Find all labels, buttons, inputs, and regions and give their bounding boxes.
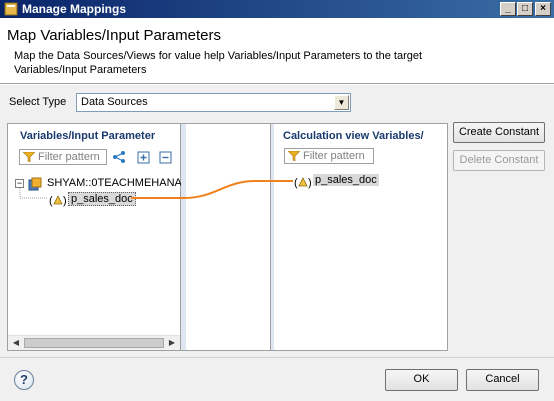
filter-icon: [23, 152, 35, 162]
source-panel-title: Variables/Input Parameter: [20, 130, 156, 142]
delete-constant-button[interactable]: Delete Constant: [453, 150, 545, 171]
svg-text:): ): [63, 195, 67, 207]
footer-divider: [0, 357, 554, 358]
source-filter-placeholder: Filter pattern: [38, 151, 100, 163]
help-icon[interactable]: ?: [14, 370, 34, 390]
svg-text:(: (: [49, 195, 53, 207]
select-type-value: Data Sources: [81, 96, 148, 108]
create-constant-button[interactable]: Create Constant: [453, 122, 545, 143]
filter-icon: [288, 151, 300, 161]
select-type-label: Select Type: [9, 96, 67, 108]
page-title: Map Variables/Input Parameters: [7, 27, 221, 44]
tree-child-label: p_sales_doc: [68, 192, 136, 206]
target-variable-label: p_sales_doc: [313, 174, 379, 186]
scroll-right-icon[interactable]: ▶: [166, 337, 178, 349]
svg-text:): ): [308, 177, 312, 189]
source-filter-input[interactable]: Filter pattern: [19, 149, 107, 165]
auto-map-icon[interactable]: [112, 150, 126, 164]
app-icon: [4, 2, 18, 16]
variable-icon: ( ): [49, 195, 67, 207]
collapse-all-icon[interactable]: [159, 151, 173, 165]
title-bar[interactable]: Manage Mappings _ □ ×: [0, 0, 554, 18]
tree-root-label: SHYAM::0TEACHMEHANA::: [47, 177, 188, 189]
source-variables-panel[interactable]: Variables/Input Parameter Filter pattern…: [7, 123, 188, 351]
horizontal-scrollbar[interactable]: ◀ ▶: [8, 335, 180, 350]
minimize-button[interactable]: _: [500, 2, 516, 16]
svg-text:(: (: [294, 177, 298, 189]
cancel-button[interactable]: Cancel: [466, 369, 539, 391]
dialog-header: Map Variables/Input Parameters Map the D…: [0, 18, 554, 83]
target-panel-title: Calculation view Variables/: [283, 130, 424, 142]
maximize-button[interactable]: □: [517, 2, 533, 16]
expand-all-icon[interactable]: [137, 151, 151, 165]
scroll-left-icon[interactable]: ◀: [10, 337, 22, 349]
target-variables-panel[interactable]: Calculation view Variables/ Filter patte…: [270, 123, 448, 351]
dialog-content: Select Type Data Sources ▼ Variables/Inp…: [0, 85, 554, 401]
collapse-toggle[interactable]: −: [15, 179, 24, 188]
chevron-down-icon[interactable]: ▼: [334, 95, 349, 110]
target-filter-input[interactable]: Filter pattern: [284, 148, 374, 164]
scroll-thumb[interactable]: [24, 338, 164, 348]
page-description: Map the Data Sources/Views for value hel…: [14, 50, 423, 76]
target-filter-placeholder: Filter pattern: [303, 150, 365, 162]
mapping-canvas[interactable]: [181, 123, 270, 351]
close-button[interactable]: ×: [535, 2, 551, 16]
ok-button[interactable]: OK: [385, 369, 458, 391]
tree-connector: [19, 188, 47, 199]
window-title: Manage Mappings: [22, 2, 127, 16]
variable-icon: ( ): [294, 177, 312, 189]
select-type-dropdown[interactable]: Data Sources ▼: [76, 93, 351, 112]
